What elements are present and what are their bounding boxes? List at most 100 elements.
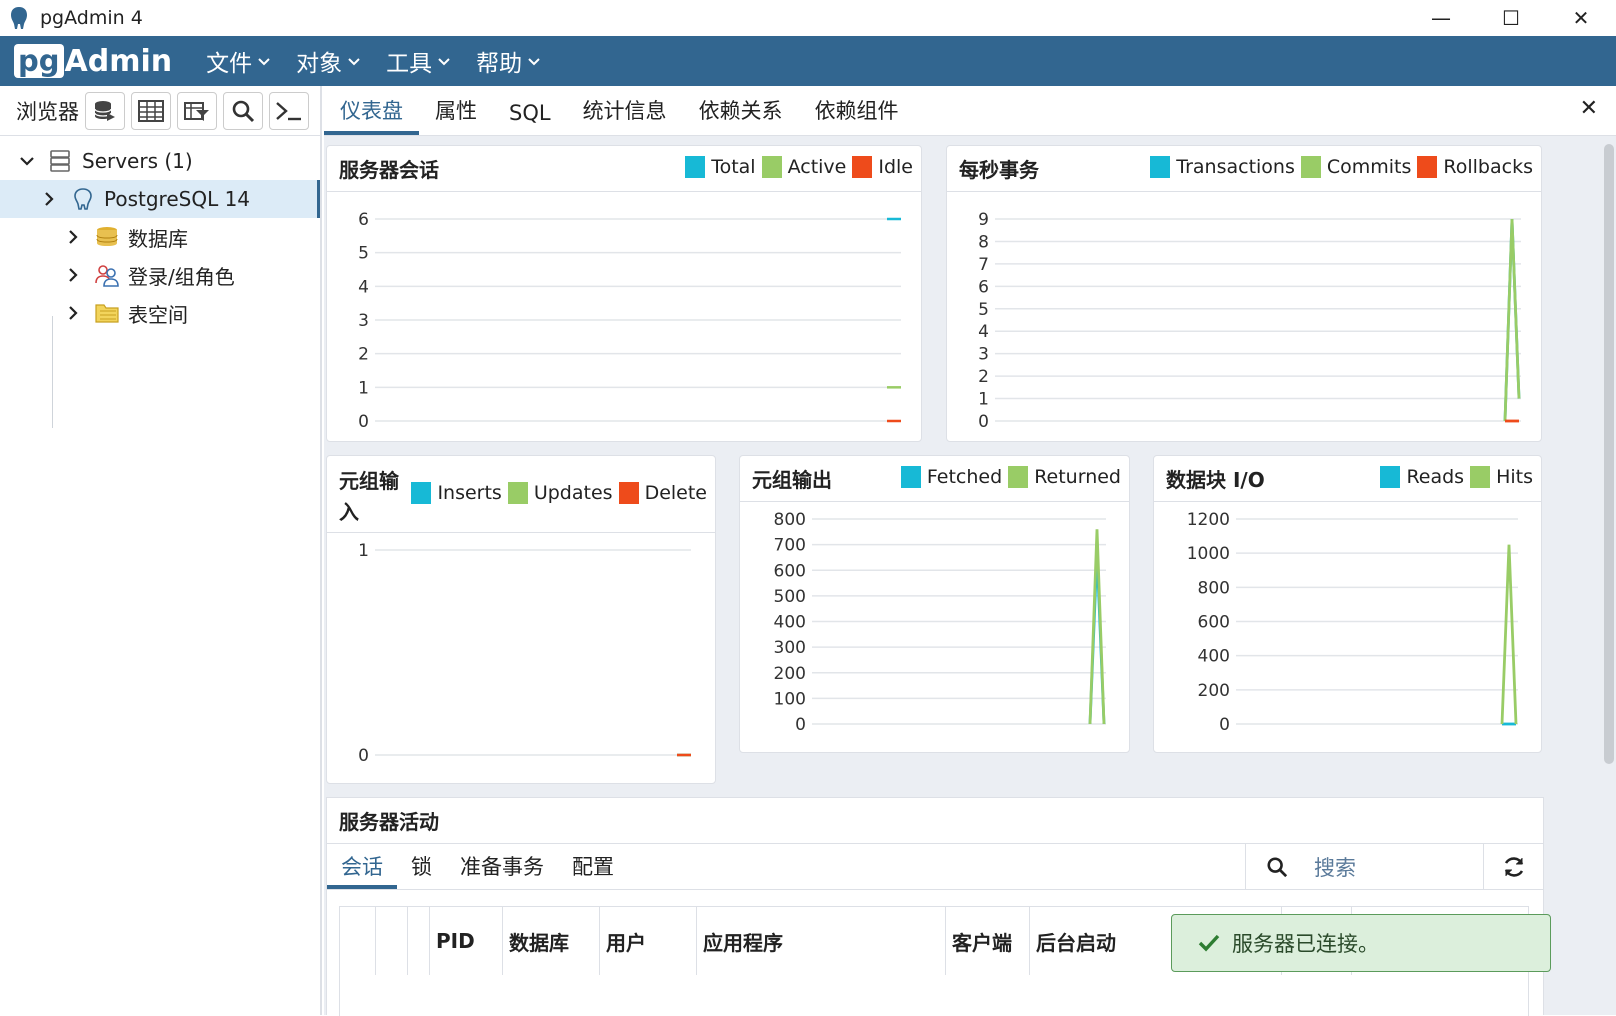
legend-swatch-delete (618, 482, 639, 504)
y-tick-label: 0 (358, 746, 369, 766)
menu-object[interactable]: 对象 (296, 44, 360, 78)
legend-label-transactions: Transactions (1176, 156, 1295, 178)
menu-file[interactable]: 文件 (206, 44, 270, 78)
y-tick-label: 300 (774, 638, 806, 658)
search-input[interactable]: 搜索 (1314, 852, 1356, 882)
card-tuples-in: 元组输入 Inserts Updates Delete 01 (326, 455, 716, 784)
tab-statistics[interactable]: 统计信息 (567, 95, 683, 135)
close-button[interactable]: ✕ (1546, 0, 1616, 36)
legend-swatch-commits (1300, 156, 1321, 178)
legend-swatch-active (761, 156, 782, 178)
search-objects-button[interactable] (223, 91, 263, 130)
menu-help-label: 帮助 (476, 51, 523, 77)
tab-prepared-transactions[interactable]: 准备事务 (446, 851, 558, 889)
tab-dashboard[interactable]: 仪表盘 (324, 95, 419, 135)
tree-item-postgresql-14[interactable]: PostgreSQL 14 (0, 180, 320, 218)
card-transactions-per-second: 每秒事务 Transactions Commits Rollbacks 01 23… (946, 145, 1542, 442)
tab-dependencies[interactable]: 依赖关系 (683, 95, 799, 135)
y-tick-label: 400 (774, 613, 806, 633)
menu-tools-label: 工具 (386, 51, 433, 77)
card-server-sessions: 服务器会话 Total Active Idle 0 1 2 3 4 5 6 (326, 145, 922, 442)
column-application[interactable]: 应用程序 (697, 907, 946, 975)
y-tick-label: 1000 (1187, 544, 1230, 564)
legend-label-active: Active (787, 156, 847, 178)
legend-label-hits: Hits (1496, 466, 1533, 488)
legend-swatch-fetched (900, 466, 921, 488)
chart-legend: Total Active Idle (679, 156, 913, 178)
y-tick-label: 9 (978, 210, 989, 230)
y-tick-label: 100 (774, 689, 806, 709)
chart-block-io: 0 200 400 600 800 1000 1200 (1187, 510, 1518, 735)
tree-item-login-roles[interactable]: 登录/组角色 (0, 256, 320, 294)
menu-tools[interactable]: 工具 (386, 44, 450, 78)
chevron-right-icon[interactable] (66, 230, 80, 244)
close-tab-icon[interactable]: ✕ (1580, 96, 1598, 121)
tab-locks[interactable]: 锁 (397, 851, 446, 889)
tree-item-servers[interactable]: Servers (1) (0, 142, 320, 180)
legend-label-total: Total (711, 156, 756, 178)
y-tick-label: 0 (978, 412, 989, 432)
column-label: 数据库 (509, 930, 569, 955)
tab-properties[interactable]: 属性 (419, 95, 493, 135)
chevron-down-icon[interactable] (20, 154, 34, 168)
logo-admin: Admin (64, 43, 173, 79)
tree-item-tablespaces[interactable]: 表空间 (0, 294, 320, 332)
query-tool-button[interactable] (85, 91, 125, 130)
legend-swatch-transactions (1150, 156, 1171, 178)
users-icon (95, 265, 119, 287)
chevron-down-icon (258, 58, 270, 66)
dashboard-scrollbar[interactable] (1604, 144, 1614, 764)
chevron-right-icon[interactable] (66, 306, 80, 320)
card-title: 数据块 I/O (1166, 468, 1265, 492)
y-tick-label: 4 (978, 322, 989, 342)
tab-dependents[interactable]: 依赖组件 (799, 95, 915, 135)
chevron-right-icon[interactable] (42, 192, 56, 206)
terminal-icon (276, 101, 301, 120)
card-title: 每秒事务 (959, 158, 1039, 182)
chart-legend: Reads Hits (1374, 466, 1533, 488)
legend-label-returned: Returned (1034, 466, 1121, 488)
column-pid[interactable]: PID (430, 907, 503, 975)
view-data-button[interactable] (131, 91, 171, 130)
tab-configuration[interactable]: 配置 (558, 851, 628, 889)
card-tuples-out: 元组输出 Fetched Returned 0 100 200 300 400 500 60… (739, 455, 1130, 753)
chevron-down-icon (348, 58, 360, 66)
y-tick-label: 2 (978, 367, 989, 387)
column-user[interactable]: 用户 (600, 907, 697, 975)
column-client[interactable]: 客户端 (946, 907, 1030, 975)
database-icon (94, 100, 115, 121)
chevron-right-icon[interactable] (66, 268, 80, 282)
maximize-button[interactable]: ☐ (1476, 0, 1546, 36)
card-block-io: 数据块 I/O Reads Hits 0 200 400 600 800 1000 1200 (1153, 455, 1542, 753)
psql-tool-button[interactable] (269, 91, 309, 130)
browser-tree: Servers (1) PostgreSQL 14 数据库 登录/组角色 表空间 (0, 136, 320, 332)
browser-toolbar: 浏览器 (0, 86, 320, 136)
tab-sql[interactable]: SQL (493, 101, 567, 135)
series-returned (1088, 529, 1106, 725)
y-tick-label: 8 (978, 232, 989, 252)
tab-sessions[interactable]: 会话 (327, 851, 397, 889)
legend-swatch-updates (507, 482, 528, 504)
y-tick-label: 3 (358, 311, 369, 331)
refresh-button[interactable] (1483, 844, 1543, 890)
browser-panel: 浏览器 Servers (1) PostgreSQL 14 数据库 登录/组角色… (0, 86, 322, 1015)
menu-help[interactable]: 帮助 (476, 44, 540, 78)
menu-object-label: 对象 (296, 51, 343, 77)
minimize-button[interactable]: — (1406, 0, 1476, 36)
legend-swatch-returned (1008, 466, 1029, 488)
activity-search[interactable]: 搜索 (1245, 844, 1483, 890)
y-tick-label: 7 (978, 255, 989, 275)
y-tick-label: 0 (358, 412, 369, 432)
tree-item-label: 表空间 (128, 302, 188, 327)
y-tick-label: 3 (978, 345, 989, 365)
column-database[interactable]: 数据库 (503, 907, 600, 975)
window-title: pgAdmin 4 (40, 7, 143, 29)
legend-label-updates: Updates (533, 482, 613, 504)
chevron-down-icon (528, 58, 540, 66)
tree-item-label: PostgreSQL 14 (104, 187, 251, 211)
card-title: 服务器会话 (339, 158, 439, 182)
y-tick-label: 6 (978, 277, 989, 297)
filter-rows-button[interactable] (177, 91, 217, 130)
column-expand (340, 907, 376, 975)
tree-item-databases[interactable]: 数据库 (0, 218, 320, 256)
